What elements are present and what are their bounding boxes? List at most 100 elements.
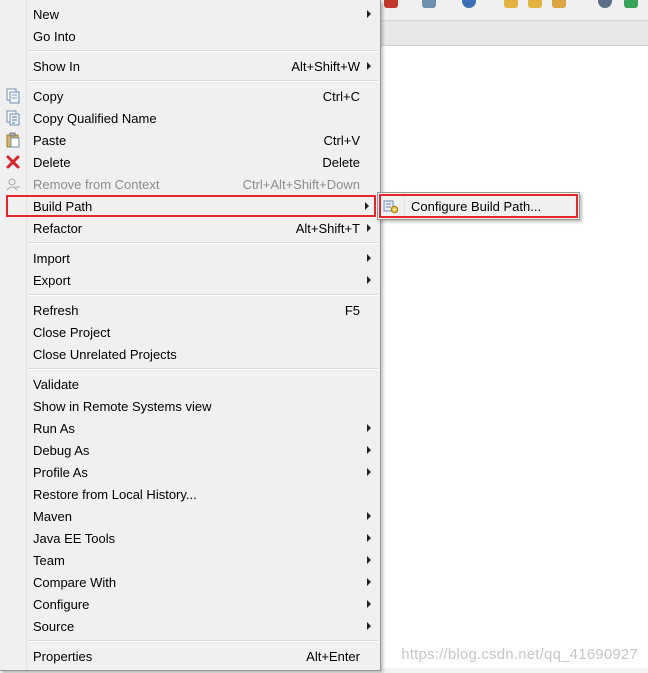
menu-item-close-unrelated-projects[interactable]: Close Unrelated Projects (2, 343, 378, 365)
submenu-arrow-icon (365, 202, 369, 210)
menu-item-profile-as[interactable]: Profile As (2, 461, 378, 483)
menu-item-team[interactable]: Team (2, 549, 378, 571)
submenu-arrow-icon (367, 556, 371, 564)
submenu-arrow-icon (367, 468, 371, 476)
menu-item-label: Copy Qualified Name (33, 111, 157, 126)
menu-item-label: Show In (33, 59, 80, 74)
menu-item-copy[interactable]: Copy Ctrl+C (2, 85, 378, 107)
menu-item-export[interactable]: Export (2, 269, 378, 291)
submenu-arrow-icon (367, 254, 371, 262)
menu-item-new[interactable]: New (2, 3, 378, 25)
submenu-arrow-icon (367, 446, 371, 454)
menu-item-label: Close Project (33, 325, 111, 340)
menu-item-run-as[interactable]: Run As (2, 417, 378, 439)
menu-item-label: Configure (33, 597, 90, 612)
menu-separator (28, 368, 378, 370)
menu-item-label: Refresh (33, 303, 79, 318)
submenu-arrow-icon (367, 424, 371, 432)
editor-tab-strip (380, 21, 648, 46)
menu-item-label: Show in Remote Systems view (33, 399, 212, 414)
menu-item-build-path[interactable]: Build Path (6, 195, 376, 217)
toolbar-run-icon[interactable] (384, 0, 398, 8)
menu-item-shortcut: F5 (344, 303, 360, 318)
copy-qualified-name-icon (6, 110, 20, 126)
menu-item-label: Restore from Local History... (33, 487, 197, 502)
menu-item-label: Profile As (33, 465, 88, 480)
editor-area: https://blog.csdn.net/qq_41690927 (380, 46, 648, 673)
menu-separator (28, 242, 378, 244)
menu-item-label: Java EE Tools (33, 531, 116, 546)
toolbar-pin-icon[interactable] (552, 0, 566, 8)
menu-item-label: Export (33, 273, 71, 288)
menu-item-remove-from-context: Remove from Context Ctrl+Alt+Shift+Down (2, 173, 378, 195)
menu-item-configure[interactable]: Configure (2, 593, 378, 615)
menu-item-label: Properties (33, 649, 93, 664)
menu-item-close-project[interactable]: Close Project (2, 321, 378, 343)
toolbar-server-icon[interactable] (422, 0, 436, 8)
menu-separator (28, 294, 378, 296)
main-toolbar (380, 0, 648, 21)
submenu-arrow-icon (367, 512, 371, 520)
menu-item-label: Debug As (33, 443, 90, 458)
menu-item-label: Go Into (33, 29, 76, 44)
submenu-arrow-icon (367, 534, 371, 542)
menu-item-refresh[interactable]: Refresh F5 (2, 299, 378, 321)
submenu-arrow-icon (367, 224, 371, 232)
toolbar-forward-icon[interactable] (624, 0, 638, 8)
menu-item-import[interactable]: Import (2, 247, 378, 269)
menu-item-maven[interactable]: Maven (2, 505, 378, 527)
menu-item-label: Validate (33, 377, 80, 392)
menu-item-label: Remove from Context (33, 177, 160, 192)
menu-item-properties[interactable]: Properties Alt+Enter (2, 645, 378, 667)
menu-item-compare-with[interactable]: Compare With (2, 571, 378, 593)
menu-item-shortcut: Alt+Shift+W (291, 59, 360, 74)
menu-item-label: New (33, 7, 60, 22)
menu-item-label: Build Path (33, 199, 93, 214)
menu-item-configure-build-path[interactable]: Configure Build Path... (379, 194, 578, 218)
menu-item-shortcut: Ctrl+C (322, 89, 360, 104)
menu-item-debug-as[interactable]: Debug As (2, 439, 378, 461)
menu-item-shortcut: Alt+Shift+T (295, 221, 360, 236)
menu-separator (28, 640, 378, 642)
submenu-arrow-icon (367, 62, 371, 70)
build-path-submenu: Configure Build Path... (377, 192, 580, 220)
menu-item-label: Paste (33, 133, 67, 148)
menu-item-label: Delete (33, 155, 71, 170)
menu-item-label: Import (33, 251, 70, 266)
submenu-arrow-icon (367, 578, 371, 586)
menu-item-shortcut: Delete (322, 155, 360, 170)
toolbar-open-folder-icon[interactable] (504, 0, 518, 8)
menu-item-show-in[interactable]: Show In Alt+Shift+W (2, 55, 378, 77)
menu-item-refactor[interactable]: Refactor Alt+Shift+T (2, 217, 378, 239)
menu-item-copy-qualified-name[interactable]: Copy Qualified Name (2, 107, 378, 129)
submenu-arrow-icon (367, 600, 371, 608)
remove-context-icon (6, 178, 20, 191)
delete-icon (6, 155, 20, 169)
menu-separator (28, 80, 378, 82)
submenu-arrow-icon (367, 10, 371, 18)
menu-item-label: Compare With (33, 575, 117, 590)
menu-item-source[interactable]: Source (2, 615, 378, 637)
menu-item-label: Refactor (33, 221, 83, 236)
menu-item-show-in-remote-systems[interactable]: Show in Remote Systems view (2, 395, 378, 417)
copy-icon (6, 88, 20, 104)
toolbar-open-type-icon[interactable] (528, 0, 542, 8)
menu-item-restore-local-history[interactable]: Restore from Local History... (2, 483, 378, 505)
menu-item-shortcut: Ctrl+Alt+Shift+Down (242, 177, 360, 192)
paste-icon (6, 132, 20, 148)
menu-separator (28, 50, 378, 52)
context-menu: New Go Into Show In Alt+Shift+W Copy Ctr… (0, 0, 381, 671)
menu-item-shortcut: Alt+Enter (306, 649, 360, 664)
toolbar-globe-icon[interactable] (598, 0, 612, 8)
menu-item-go-into[interactable]: Go Into (2, 25, 378, 47)
menu-item-validate[interactable]: Validate (2, 373, 378, 395)
toolbar-search-icon[interactable] (462, 0, 476, 8)
configure-build-path-icon (383, 200, 399, 214)
watermark-text: https://blog.csdn.net/qq_41690927 (401, 646, 638, 663)
menu-item-java-ee-tools[interactable]: Java EE Tools (2, 527, 378, 549)
menu-item-delete[interactable]: Delete Delete (2, 151, 378, 173)
menu-item-paste[interactable]: Paste Ctrl+V (2, 129, 378, 151)
submenu-arrow-icon (367, 276, 371, 284)
menu-item-label: Close Unrelated Projects (33, 347, 177, 362)
menu-item-label: Source (33, 619, 75, 634)
